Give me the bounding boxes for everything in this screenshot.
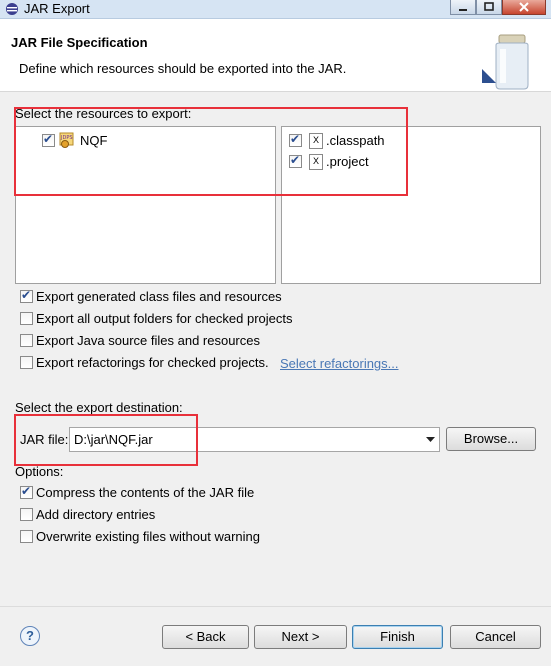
options-label: Options: xyxy=(15,464,64,479)
eclipse-icon xyxy=(6,3,18,15)
browse-button[interactable]: Browse... xyxy=(446,427,536,451)
destination-label: Select the export destination: xyxy=(15,400,183,415)
compress-checkbox[interactable] xyxy=(20,484,33,499)
export-source-files-checkbox[interactable] xyxy=(20,334,33,347)
cancel-button[interactable]: Cancel xyxy=(450,625,541,649)
annotation-box-resources xyxy=(14,107,408,196)
option-label: Overwrite existing files without warning xyxy=(36,529,260,544)
window-title: JAR Export xyxy=(24,1,90,16)
title-bar: JAR Export xyxy=(0,0,551,19)
page-description: Define which resources should be exporte… xyxy=(19,61,347,76)
option-export-class-files[interactable]: Export generated class files and resourc… xyxy=(20,288,282,306)
option-label: Export all output folders for checked pr… xyxy=(36,311,293,326)
option-label: Export refactorings for checked projects… xyxy=(36,355,269,370)
minimize-icon xyxy=(459,9,467,11)
finish-button[interactable]: Finish xyxy=(352,625,443,649)
maximize-button[interactable] xyxy=(476,0,502,15)
help-icon[interactable]: ? xyxy=(20,626,40,646)
chevron-down-icon[interactable] xyxy=(426,437,435,443)
next-button[interactable]: Next > xyxy=(254,625,347,649)
option-add-directory-entries[interactable]: Add directory entries xyxy=(20,507,155,524)
option-overwrite[interactable]: Overwrite existing files without warning xyxy=(20,529,260,546)
close-button[interactable] xyxy=(502,0,546,15)
option-label: Export Java source files and resources xyxy=(36,333,260,348)
footer-divider xyxy=(0,606,551,607)
close-icon xyxy=(519,2,529,12)
back-button[interactable]: < Back xyxy=(162,625,249,649)
option-label: Add directory entries xyxy=(36,507,156,522)
option-export-refactorings[interactable]: Export refactorings for checked projects… xyxy=(20,355,269,372)
annotation-box-destination xyxy=(14,414,198,466)
export-class-files-checkbox[interactable] xyxy=(20,288,33,303)
wizard-header: JAR File Specification Define which reso… xyxy=(0,19,551,92)
option-label: Export generated class files and resourc… xyxy=(36,289,282,304)
add-directory-entries-checkbox[interactable] xyxy=(20,508,33,521)
minimize-button[interactable] xyxy=(450,0,476,15)
jar-icon xyxy=(482,34,529,90)
maximize-icon xyxy=(484,2,494,11)
option-label: Compress the contents of the JAR file xyxy=(36,485,255,500)
select-refactorings-link[interactable]: Select refactorings... xyxy=(280,356,399,371)
option-export-output-folders[interactable]: Export all output folders for checked pr… xyxy=(20,311,293,328)
export-output-folders-checkbox[interactable] xyxy=(20,312,33,325)
overwrite-checkbox[interactable] xyxy=(20,530,33,543)
option-compress[interactable]: Compress the contents of the JAR file xyxy=(20,484,254,502)
option-export-source-files[interactable]: Export Java source files and resources xyxy=(20,333,260,350)
export-refactorings-checkbox[interactable] xyxy=(20,356,33,369)
page-title: JAR File Specification xyxy=(11,35,148,50)
